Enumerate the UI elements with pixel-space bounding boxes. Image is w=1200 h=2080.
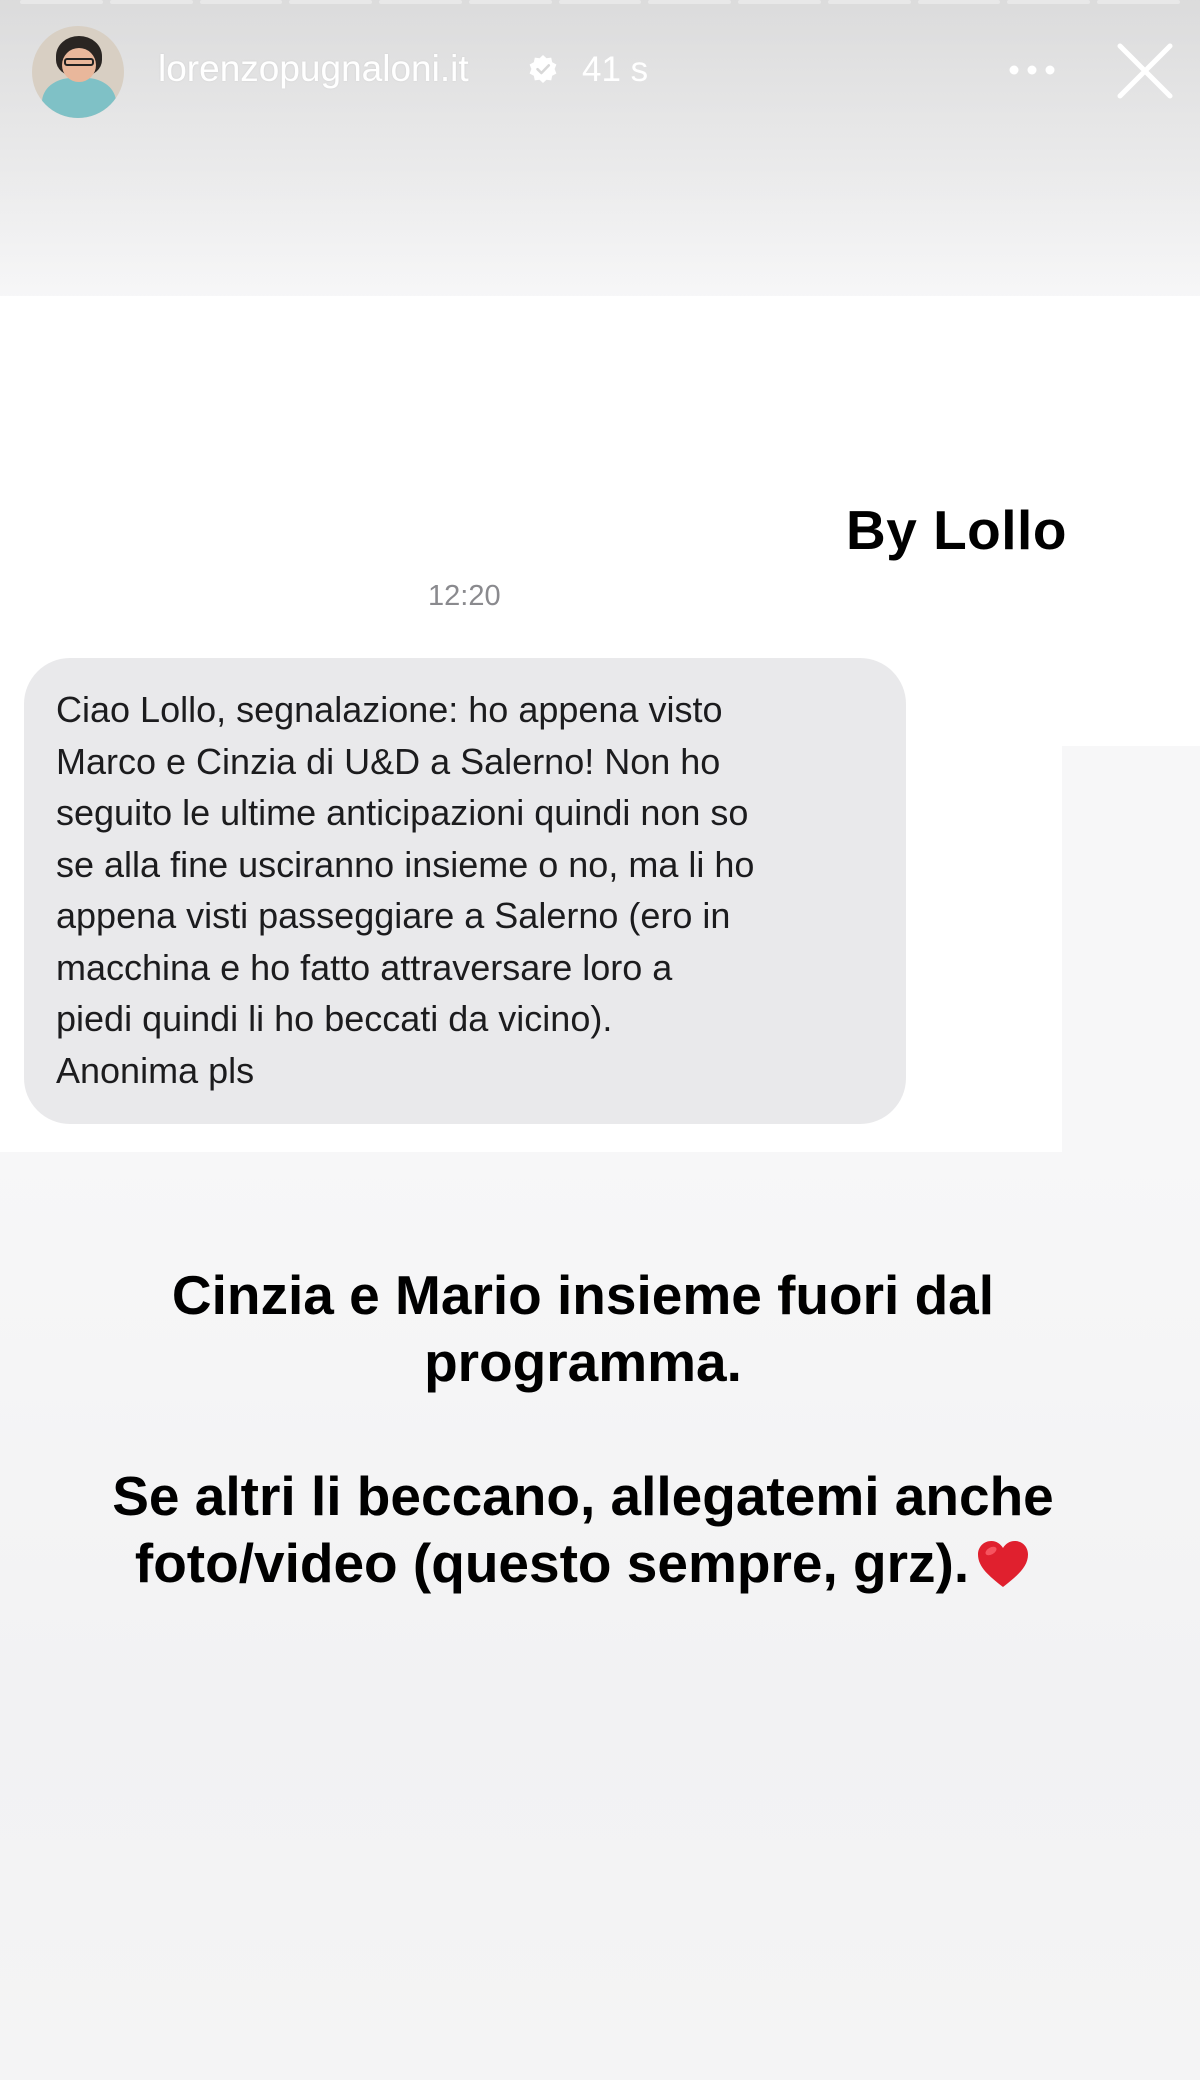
caption-line-2: Se altri li beccano, allegatemi anche fo… bbox=[112, 1465, 1054, 1594]
avatar-body bbox=[42, 78, 116, 118]
message-bubble: Ciao Lollo, segnalazione: ho appena vist… bbox=[24, 658, 906, 1124]
avatar-glasses bbox=[64, 58, 94, 66]
username-link[interactable]: lorenzopugnaloni.it bbox=[158, 48, 469, 90]
message-timestamp: 12:20 bbox=[428, 580, 501, 612]
progress-segment bbox=[1097, 0, 1180, 4]
message-text: Ciao Lollo, segnalazione: ho appena vist… bbox=[56, 689, 755, 1091]
signature-text: By Lollo bbox=[846, 499, 1067, 561]
caption-line-1: Cinzia e Mario insieme fuori dal program… bbox=[171, 1264, 995, 1393]
story-progress-bar bbox=[20, 0, 1180, 5]
progress-segment bbox=[20, 0, 103, 4]
progress-segment bbox=[109, 0, 193, 4]
progress-segment bbox=[1007, 0, 1091, 4]
story-time-ago: 41 s bbox=[582, 50, 649, 89]
progress-segment bbox=[827, 0, 911, 4]
story-caption: Cinzia e Mario insieme fuori dal program… bbox=[100, 1262, 1066, 1597]
caption-line-2-wrapper: Se altri li beccano, allegatemi anche fo… bbox=[100, 1463, 1066, 1597]
ellipsis-icon[interactable] bbox=[1006, 50, 1058, 90]
progress-segment bbox=[558, 0, 642, 4]
progress-segment bbox=[379, 0, 462, 4]
avatar[interactable] bbox=[32, 26, 124, 118]
progress-segment bbox=[468, 0, 552, 4]
progress-segment bbox=[917, 0, 1001, 4]
close-icon[interactable] bbox=[1114, 40, 1176, 102]
progress-segment bbox=[648, 0, 732, 4]
progress-segment bbox=[199, 0, 283, 4]
story-header bbox=[0, 0, 1200, 300]
progress-segment bbox=[289, 0, 373, 4]
verified-badge-icon bbox=[529, 55, 557, 83]
progress-segment bbox=[738, 0, 821, 4]
heart-icon bbox=[978, 1541, 1029, 1587]
